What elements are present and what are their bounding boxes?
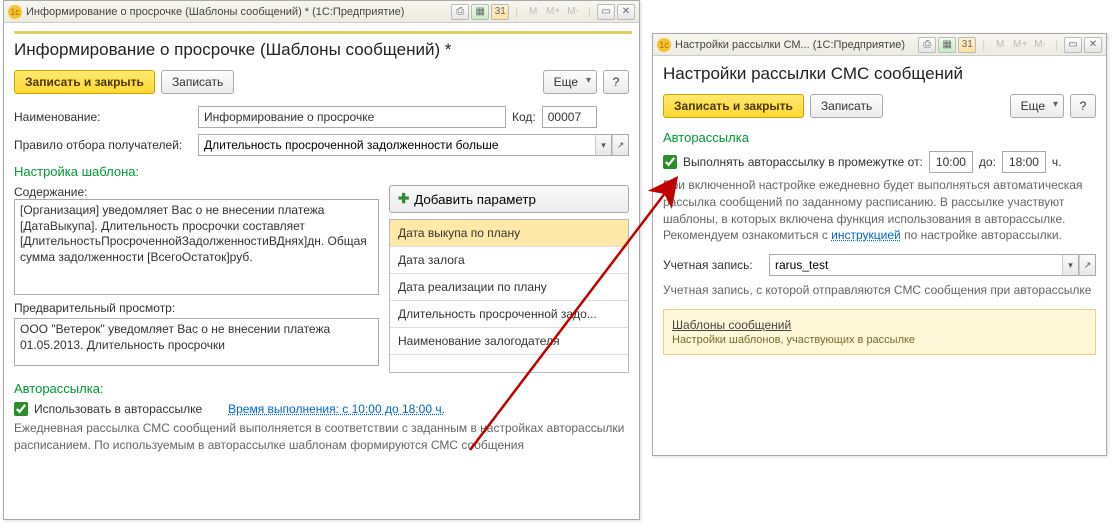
auto-description: Ежедневная рассылка СМС сообщений выполн…: [14, 420, 629, 454]
param-item[interactable]: Наименование залогодателя: [390, 328, 628, 355]
name-input[interactable]: [198, 106, 506, 128]
more-button[interactable]: Еще: [1010, 94, 1064, 118]
m-button[interactable]: M: [524, 4, 542, 20]
time-to-label: до:: [979, 155, 996, 169]
save-button[interactable]: Записать: [161, 70, 234, 94]
calendar-icon[interactable]: 31: [958, 37, 976, 53]
content-label: Содержание:: [14, 185, 379, 199]
auto-section-title: Авторассылка:: [14, 381, 629, 396]
templates-sub: Настройки шаблонов, участвующих в рассыл…: [672, 334, 1087, 346]
template-window: 1c Информирование о просрочке (Шаблоны с…: [3, 0, 640, 520]
code-label: Код:: [512, 110, 536, 124]
mminus-button[interactable]: M-: [564, 4, 582, 20]
window-title: Информирование о просрочке (Шаблоны сооб…: [26, 6, 451, 18]
window-title: Настройки рассылки СМ... (1С:Предприятие…: [675, 39, 918, 51]
auto-checkbox[interactable]: [14, 402, 28, 416]
calc-icon[interactable]: ▦: [471, 4, 489, 20]
account-description: Учетная запись, с которой отправляются С…: [663, 282, 1096, 299]
name-label: Наименование:: [14, 110, 192, 124]
mplus-button[interactable]: M+: [1011, 37, 1029, 53]
more-button[interactable]: Еще: [543, 70, 597, 94]
page-title: Информирование о просрочке (Шаблоны сооб…: [14, 40, 629, 60]
param-list: Дата выкупа по плану Дата залога Дата ре…: [389, 219, 629, 373]
param-item[interactable]: Длительность просроченной задо...: [390, 301, 628, 328]
time-to-input[interactable]: [1002, 151, 1046, 173]
minimize-icon[interactable]: ▭: [597, 4, 615, 20]
time-from-input[interactable]: [929, 151, 973, 173]
preview-label: Предварительный просмотр:: [14, 301, 379, 315]
minimize-icon[interactable]: ▭: [1064, 37, 1082, 53]
close-icon[interactable]: ✕: [1084, 37, 1102, 53]
save-close-button[interactable]: Записать и закрыть: [663, 94, 804, 118]
rule-dropdown-icon[interactable]: ▾: [595, 134, 612, 156]
m-button[interactable]: M: [991, 37, 1009, 53]
templates-link[interactable]: Шаблоны сообщений: [672, 318, 1087, 332]
accent-divider: [14, 31, 632, 34]
auto-time-link[interactable]: Время выполнения: с 10:00 до 18:00 ч.: [228, 402, 445, 416]
app-icon: 1c: [657, 38, 671, 52]
print-icon[interactable]: ⎙: [918, 37, 936, 53]
content-textarea[interactable]: [14, 199, 379, 295]
instruction-link[interactable]: инструкцией: [831, 228, 901, 242]
page-title: Настройки рассылки СМС сообщений: [663, 64, 1096, 84]
app-icon: 1c: [8, 5, 22, 19]
account-input[interactable]: [769, 254, 1062, 276]
auto-description: При включенной настройке ежедневно будет…: [663, 177, 1096, 244]
close-icon[interactable]: ✕: [617, 4, 635, 20]
add-param-label: Добавить параметр: [414, 192, 536, 207]
time-unit-label: ч.: [1052, 155, 1062, 169]
account-dropdown-icon[interactable]: ▾: [1062, 254, 1079, 276]
mminus-button[interactable]: M-: [1031, 37, 1049, 53]
preview-textarea: [14, 318, 379, 366]
rule-label: Правило отбора получателей:: [14, 138, 192, 152]
auto-checkbox[interactable]: [663, 155, 677, 169]
rule-open-icon[interactable]: ↗: [612, 134, 629, 156]
titlebar: 1c Информирование о просрочке (Шаблоны с…: [4, 1, 639, 23]
templates-note: Шаблоны сообщений Настройки шаблонов, уч…: [663, 309, 1096, 355]
help-button[interactable]: ?: [603, 70, 629, 94]
param-item[interactable]: Дата залога: [390, 247, 628, 274]
save-button[interactable]: Записать: [810, 94, 883, 118]
auto-checkbox-label: Использовать в авторассылке: [34, 402, 202, 416]
rule-input[interactable]: [198, 134, 595, 156]
template-section-title: Настройка шаблона:: [14, 164, 629, 179]
auto-section-title: Авторассылка: [663, 130, 1096, 145]
help-button[interactable]: ?: [1070, 94, 1096, 118]
add-param-button[interactable]: ✚ Добавить параметр: [389, 185, 629, 213]
account-open-icon[interactable]: ↗: [1079, 254, 1096, 276]
save-close-button[interactable]: Записать и закрыть: [14, 70, 155, 94]
calendar-icon[interactable]: 31: [491, 4, 509, 20]
print-icon[interactable]: ⎙: [451, 4, 469, 20]
param-item[interactable]: Дата реализации по плану: [390, 274, 628, 301]
calc-icon[interactable]: ▦: [938, 37, 956, 53]
param-item[interactable]: Дата выкупа по плану: [390, 220, 628, 247]
code-input[interactable]: [542, 106, 597, 128]
account-label: Учетная запись:: [663, 258, 763, 272]
auto-checkbox-label: Выполнять авторассылку в промежутке от:: [683, 155, 923, 169]
settings-window: 1c Настройки рассылки СМ... (1С:Предприя…: [652, 33, 1107, 456]
plus-icon: ✚: [398, 191, 409, 207]
titlebar: 1c Настройки рассылки СМ... (1С:Предприя…: [653, 34, 1106, 56]
mplus-button[interactable]: M+: [544, 4, 562, 20]
